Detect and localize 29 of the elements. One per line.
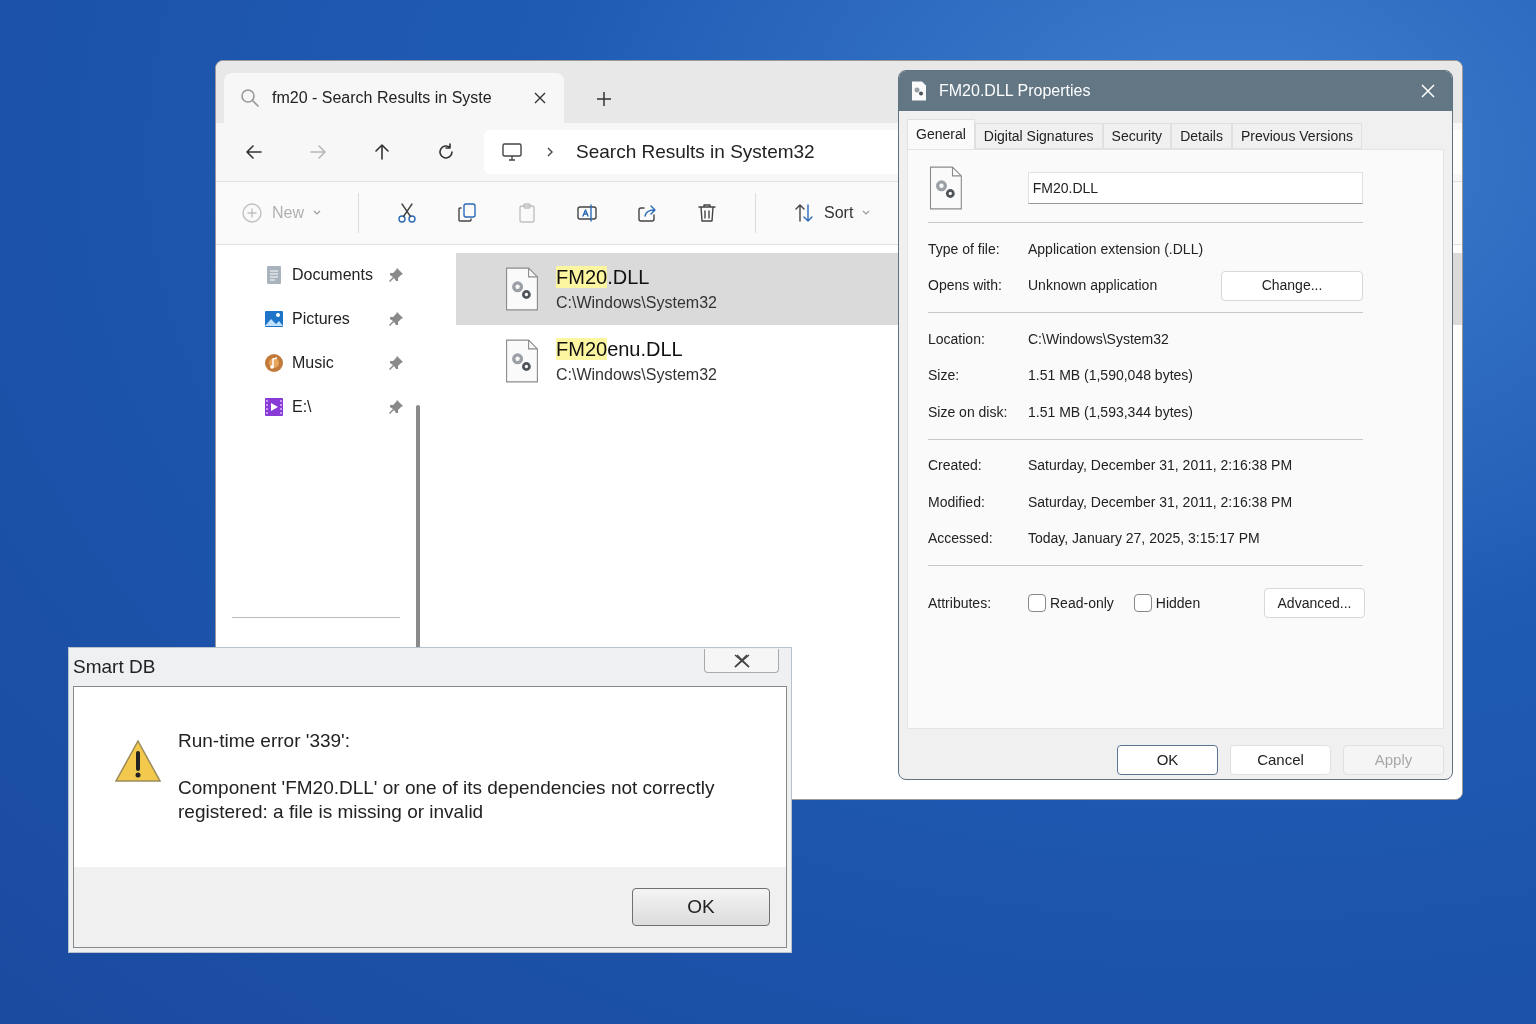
address-path: Search Results in System32 [576,139,815,164]
dialog-title: FM20.DLL Properties [939,81,1092,101]
property-label: Size: [928,366,961,386]
property-value: Application extension (.DLL) [1028,239,1205,259]
property-value: Today, January 27, 2025, 3:15:17 PM [1028,529,1261,549]
property-value: Saturday, December 31, 2011, 2:16:38 PM [1028,492,1294,512]
checkbox-label: Read-only [1050,593,1114,613]
property-label: Attributes: [928,593,993,613]
dialog-title: Smart DB [73,654,157,679]
tab-title: fm20 - Search Results in Syste [272,88,493,108]
file-path: C:\Windows\System32 [556,293,717,313]
property-label: Modified: [928,492,986,512]
property-label: Type of file: [928,239,1001,259]
property-value: 1.51 MB (1,593,344 bytes) [1028,402,1194,422]
error-heading: Run-time error '339': [178,729,351,753]
property-label: Location: [928,329,986,349]
property-value: 1.51 MB (1,590,048 bytes) [1028,366,1194,386]
property-value: Saturday, December 31, 2011, 2:16:38 PM [1028,456,1294,476]
file-name: FM20.DLL [556,265,651,290]
property-label: Opens with: [928,276,1003,296]
property-label: Size on disk: [928,402,1009,422]
error-message: Component 'FM20.DLL' or one of its dependencies not correctly registered: a file is missing or invalid [178,775,716,824]
checkbox-label: Hidden [1155,593,1201,613]
file-path: C:\Windows\System32 [556,365,717,385]
property-label: Created: [928,456,983,476]
property-label: Accessed: [928,529,994,549]
property-value: C:\Windows\System32 [1028,329,1170,349]
file-name: FM20enu.DLL [556,337,684,362]
property-value: Unknown application [1028,276,1159,296]
